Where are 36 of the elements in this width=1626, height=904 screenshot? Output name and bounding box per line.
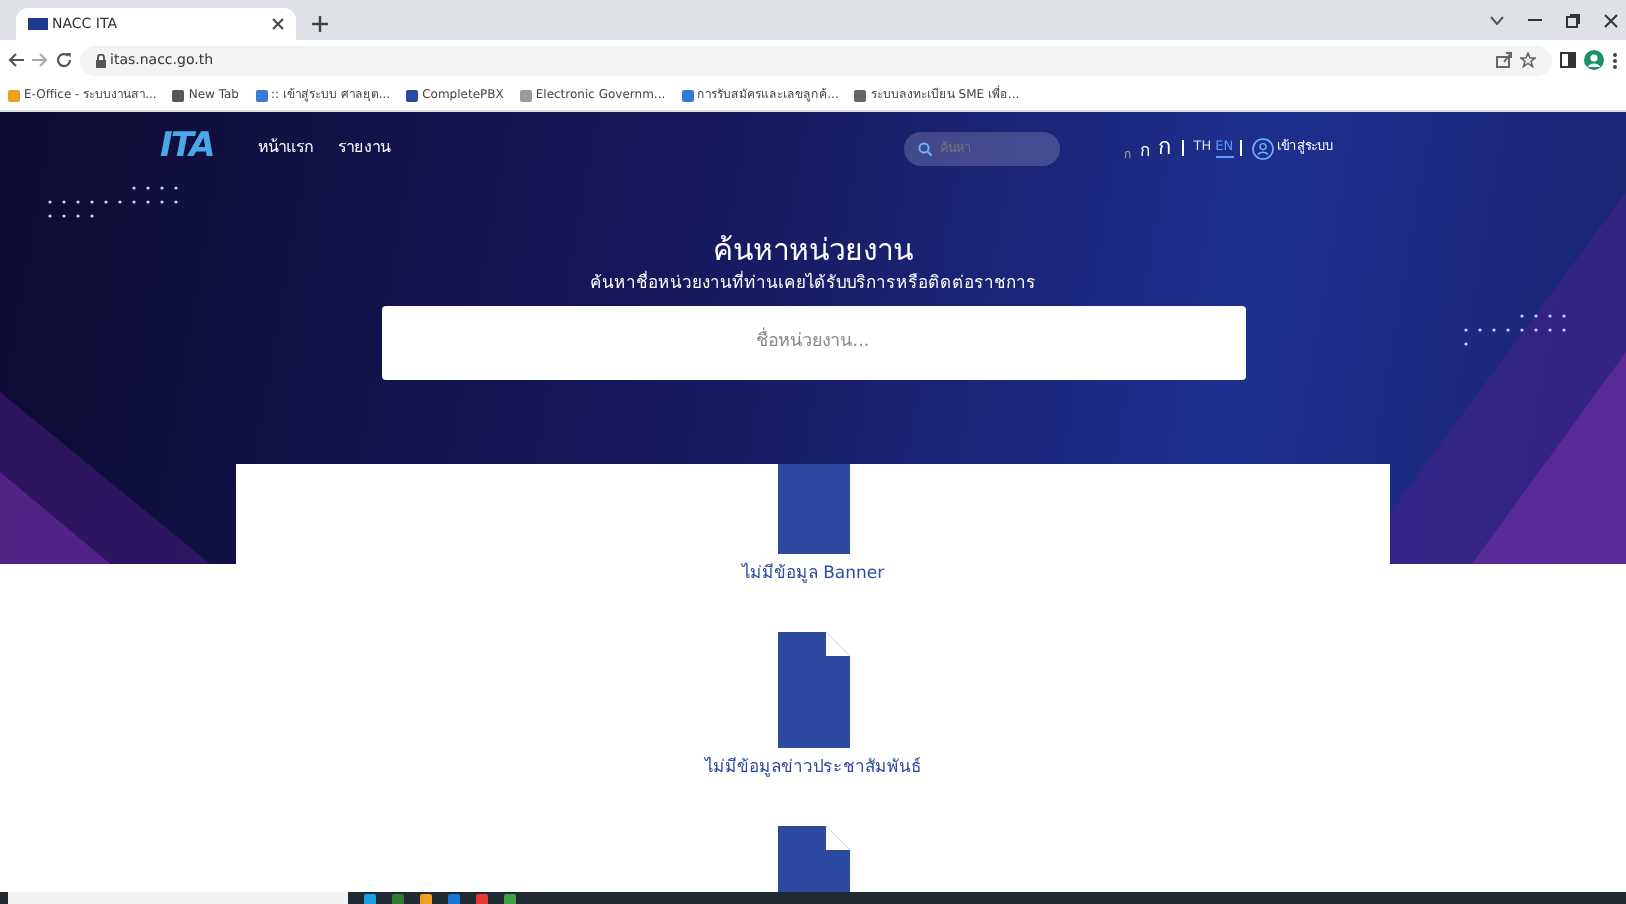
- star-icon[interactable]: [1520, 52, 1536, 68]
- share-icon[interactable]: [1496, 52, 1512, 68]
- profile-icon[interactable]: [1584, 50, 1604, 70]
- bookmark-icon: [519, 89, 532, 101]
- hero-subtitle: ค้นหาชื่อหน่วยงานที่ท่านเคยได้รับบริการหรือติดต่อราชการ: [590, 272, 1036, 298]
- font-size-link[interactable]: ก: [1157, 131, 1172, 165]
- minimize-icon[interactable]: [1528, 18, 1542, 22]
- bookmark-icon: [406, 89, 419, 101]
- document-icon: [777, 631, 849, 748]
- nav-link[interactable]: รายงาน: [337, 136, 390, 160]
- plus-icon[interactable]: [312, 16, 328, 32]
- font-size-link[interactable]: ก: [1139, 139, 1150, 165]
- site-logo[interactable]: ITA: [160, 122, 214, 174]
- reload-icon[interactable]: [56, 52, 72, 68]
- hero-title: ค้นหาหน่วยงาน: [713, 232, 913, 268]
- bookmark-icon: [8, 89, 20, 101]
- side-panel-icon[interactable]: [1560, 52, 1576, 68]
- bookmark-icon: [681, 89, 694, 101]
- bookmark-icon: [172, 89, 185, 101]
- bookmark-icon: [255, 89, 267, 101]
- empty-notice: ไม่มีข้อมูล Banner: [741, 562, 885, 588]
- lock-icon: [96, 53, 106, 67]
- back-icon[interactable]: [8, 52, 24, 68]
- close-icon[interactable]: [1604, 13, 1618, 27]
- restore-icon[interactable]: [1566, 13, 1580, 27]
- search-field[interactable]: ชื่อหน่วยงาน...: [381, 305, 1245, 380]
- chevron-down-icon[interactable]: [1490, 15, 1504, 25]
- nav-link[interactable]: หน้าแรก: [257, 136, 314, 160]
- more-icon[interactable]: [1612, 51, 1618, 69]
- search-icon: [917, 141, 932, 155]
- empty-notice: ไม่มีข้อมูลข่าวประชาสัมพันธ์: [705, 755, 921, 781]
- document-icon: [777, 464, 849, 554]
- site-icon: [28, 18, 48, 30]
- bookmark-icon: [854, 89, 867, 101]
- user-icon: [1251, 137, 1274, 159]
- close-icon[interactable]: [272, 18, 284, 30]
